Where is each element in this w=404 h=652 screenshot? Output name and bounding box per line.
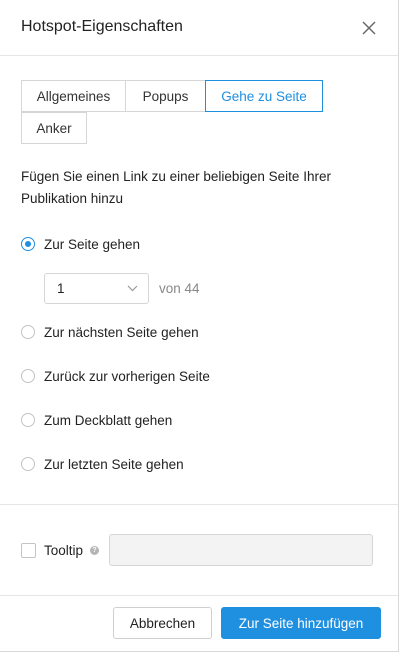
option-label: Zurück zur vorherigen Seite	[44, 368, 210, 384]
link-description: Fügen Sie einen Link zu einer beliebigen…	[21, 169, 331, 206]
tooltip-checkbox-row	[21, 541, 36, 559]
tooltip-label: Tooltip	[44, 543, 84, 558]
cancel-button[interactable]: Abbrechen	[113, 607, 212, 639]
tab-allgemeines[interactable]: Allgemeines	[21, 80, 126, 112]
close-icon[interactable]	[360, 19, 378, 37]
radio-button[interactable]	[21, 237, 35, 251]
hotspot-properties-dialog: Hotspot-Eigenschaften Allgemeines Popups…	[0, 0, 399, 652]
footer-divider	[0, 595, 398, 596]
dialog-header: Hotspot-Eigenschaften	[0, 0, 398, 56]
tab-popups[interactable]: Popups	[125, 80, 206, 112]
tab-anker[interactable]: Anker	[21, 112, 87, 144]
tooltip-checkbox[interactable]	[21, 542, 36, 558]
tooltip-input[interactable]	[109, 534, 373, 566]
option-vorherige-seite[interactable]: Zurück zur vorherigen Seite	[21, 367, 210, 385]
chevron-down-icon	[127, 285, 138, 292]
help-icon[interactable]: ?	[90, 546, 99, 555]
dialog-title: Hotspot-Eigenschaften	[21, 18, 183, 35]
page-number-select[interactable]: 1	[44, 273, 149, 304]
option-label: Zur Seite gehen	[44, 236, 141, 252]
option-label: Zum Deckblatt gehen	[44, 412, 173, 428]
option-naechste-seite[interactable]: Zur nächsten Seite gehen	[21, 323, 199, 341]
radio-button[interactable]	[21, 413, 35, 427]
option-letzte-seite[interactable]: Zur letzten Seite gehen	[21, 455, 184, 473]
option-deckblatt[interactable]: Zum Deckblatt gehen	[21, 411, 172, 429]
add-page-link-button[interactable]: Zur Seite hinzufügen	[221, 607, 381, 639]
page-select-value: 1	[57, 281, 65, 296]
tab-gehe-zu-seite[interactable]: Gehe zu Seite	[205, 80, 323, 112]
option-zur-seite-gehen[interactable]: Zur Seite gehen	[21, 235, 140, 253]
option-label: Zur letzten Seite gehen	[44, 456, 184, 472]
page-total-label: von 44	[159, 281, 200, 296]
radio-button[interactable]	[21, 325, 35, 339]
radio-button[interactable]	[21, 369, 35, 383]
radio-button[interactable]	[21, 457, 35, 471]
option-label: Zur nächsten Seite gehen	[44, 324, 199, 340]
section-divider	[0, 504, 398, 505]
